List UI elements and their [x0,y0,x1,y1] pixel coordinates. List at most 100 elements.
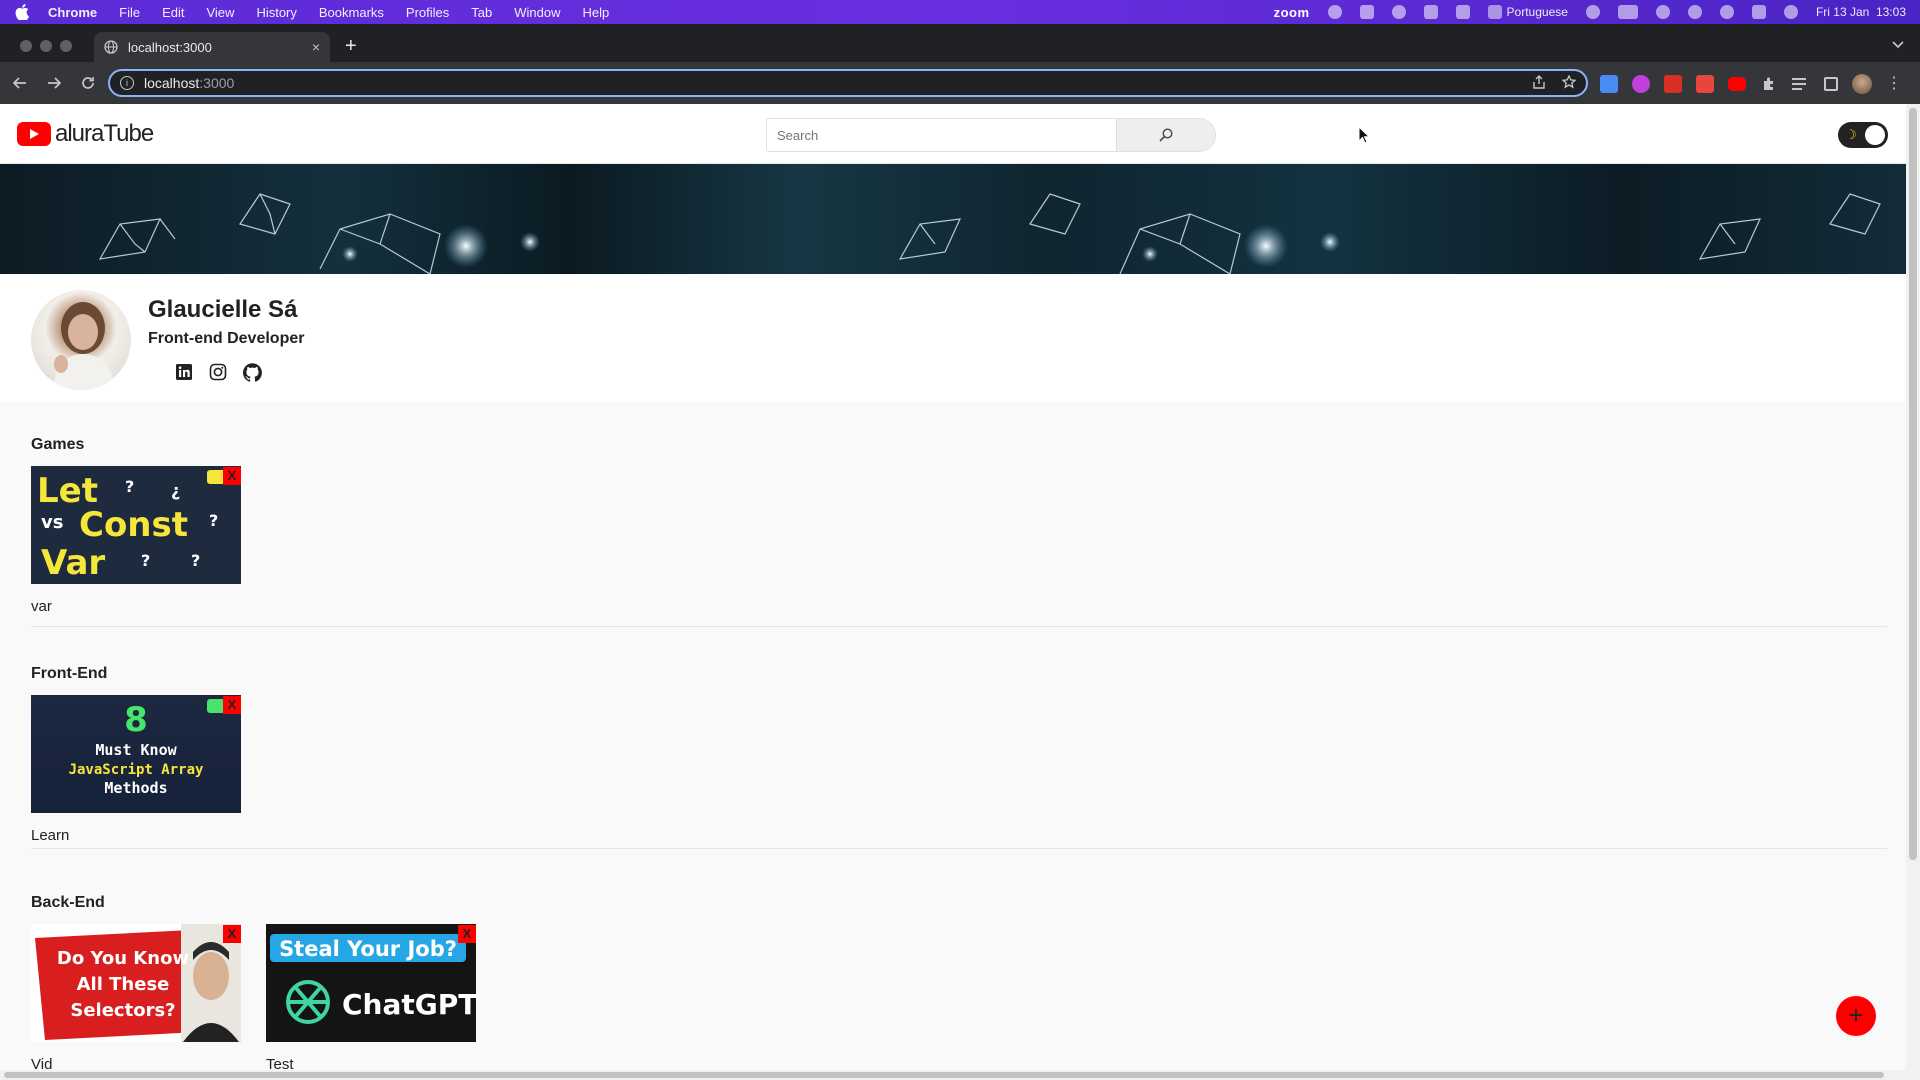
menu-bookmarks[interactable]: Bookmarks [319,5,384,20]
reload-icon[interactable] [74,69,102,97]
omnibox-actions [1532,73,1577,92]
wifi-icon[interactable] [1655,5,1670,19]
menu-window[interactable]: Window [514,5,560,20]
remove-video-button[interactable]: X [458,925,476,943]
search-bar [766,118,1216,152]
search-icon [1159,128,1173,142]
github-icon[interactable] [242,362,262,382]
remove-video-button[interactable]: X [223,696,241,714]
linkedin-icon[interactable] [174,362,194,382]
spotlight-search-icon[interactable] [1719,5,1734,19]
video-card[interactable]: Steal Your Job? ChatGPT X Test [266,924,476,1070]
menu-file[interactable]: File [119,5,140,20]
bluetooth-icon[interactable] [1455,5,1470,19]
menu-help[interactable]: Help [583,5,610,20]
alura-tube-logo[interactable]: aluraTube [17,120,154,148]
keyboard-flag-icon [1487,5,1502,19]
video-thumbnail[interactable]: Steal Your Job? ChatGPT X [266,924,476,1042]
translate-extension-icon[interactable] [1600,75,1618,93]
volume-icon[interactable] [1423,5,1438,19]
screen-share-icon[interactable] [1327,5,1342,19]
social-links [174,362,262,382]
gift-extension-icon[interactable] [1696,75,1714,93]
playlist-front-end: Front-End 8 Must Know JavaScript Array M… [31,665,1887,863]
thumbnail-art: Steal Your Job? ChatGPT [270,934,476,1024]
menubar-clock[interactable]: Fri 13 Jan 13:03 [1816,5,1906,19]
thumb-line-2: JavaScript Array [69,762,204,778]
svg-text:¿: ¿ [171,481,180,500]
youtube-extension-icon[interactable] [1728,77,1746,91]
instagram-icon[interactable] [208,362,228,382]
puzzle-extensions-icon[interactable] [1760,75,1778,93]
scrollbar-thumb[interactable] [1909,108,1917,860]
video-thumbnail[interactable]: Do You Know All These Selectors? X [31,924,241,1042]
video-title[interactable]: Vid [31,1056,241,1070]
remove-video-button[interactable]: X [223,925,241,943]
playlist-games: Games Let vs Const Var ? ¿??? X var [31,436,1887,634]
menu-view[interactable]: View [206,5,234,20]
menu-history[interactable]: History [256,5,296,20]
profile-avatar [31,290,131,390]
macos-menu-bar: Chrome File Edit View History Bookmarks … [0,0,1920,24]
video-title[interactable]: Learn [31,827,241,844]
menu-chrome[interactable]: Chrome [48,5,97,20]
input-language[interactable]: Portuguese [1487,5,1568,19]
thumbnail-art: Do You Know All These Selectors? [35,924,241,1042]
section-divider [31,626,1887,627]
site-info-icon[interactable]: i [120,76,134,90]
thumb-line-3: Methods [104,779,167,797]
close-tab-icon[interactable]: × [312,39,320,55]
menu-profiles[interactable]: Profiles [406,5,449,20]
purple-extension-icon[interactable] [1632,75,1650,93]
airplay-icon[interactable] [1391,5,1406,19]
scrollbar-thumb[interactable] [4,1072,1884,1078]
video-thumbnail[interactable]: 8 Must Know JavaScript Array Methods X [31,695,241,813]
svg-text:?: ? [141,551,150,570]
minimize-window-button[interactable] [40,40,52,52]
profile-role: Front-end Developer [148,330,305,347]
siri-icon[interactable] [1783,5,1798,19]
tab-search-chevron-icon[interactable] [1892,38,1904,52]
battery-icon[interactable] [1617,5,1638,19]
video-title[interactable]: var [31,598,241,615]
video-card[interactable]: 8 Must Know JavaScript Array Methods X L… [31,695,241,844]
horizontal-scrollbar[interactable] [0,1070,1920,1080]
menu-edit[interactable]: Edit [162,5,184,20]
video-thumbnail[interactable]: Let vs Const Var ? ¿??? X [31,466,241,584]
red-book-extension-icon[interactable] [1664,75,1682,93]
control-center-icon[interactable] [1751,5,1766,19]
remove-video-button[interactable]: X [223,467,241,485]
menu-tab[interactable]: Tab [471,5,492,20]
maximize-window-button[interactable] [60,40,72,52]
bookmark-star-icon[interactable] [1561,73,1577,92]
search-button[interactable] [1116,118,1216,152]
play-icon[interactable] [1585,5,1600,19]
zoom-status[interactable]: zoom [1274,5,1310,20]
address-bar[interactable]: i localhost :3000 [108,69,1588,97]
apple-icon[interactable] [14,4,30,20]
back-arrow-icon[interactable] [6,69,34,97]
video-card[interactable]: Do You Know All These Selectors? X Vid [31,924,241,1070]
vertical-scrollbar[interactable] [1906,104,1920,1070]
dark-mode-toggle[interactable]: ☽ [1838,122,1888,148]
profile-avatar-icon[interactable] [1852,74,1872,94]
checkmark-app-icon[interactable] [1359,5,1374,19]
share-icon[interactable] [1532,74,1546,92]
add-video-button[interactable]: + [1836,996,1876,1036]
close-window-button[interactable] [20,40,32,52]
side-panel-icon[interactable] [1824,77,1838,91]
new-tab-button[interactable]: + [345,36,357,56]
search-input[interactable] [766,118,1116,152]
reading-list-icon[interactable] [1792,75,1810,93]
video-title[interactable]: Test [266,1056,476,1070]
profile-section: Glaucielle Sá Front-end Developer [0,274,1906,402]
more-options-icon[interactable]: ⋮ [1886,76,1902,92]
user-icon[interactable] [1687,5,1702,19]
youtube-play-icon [17,122,51,146]
browser-tab[interactable]: localhost:3000 × [94,32,330,62]
video-card[interactable]: Let vs Const Var ? ¿??? X var [31,466,241,615]
forward-arrow-icon[interactable] [40,69,68,97]
thumb-word-var: Var [41,543,105,583]
thumb-line-2: All These [77,974,170,995]
banner-geometric-art [98,193,1881,274]
